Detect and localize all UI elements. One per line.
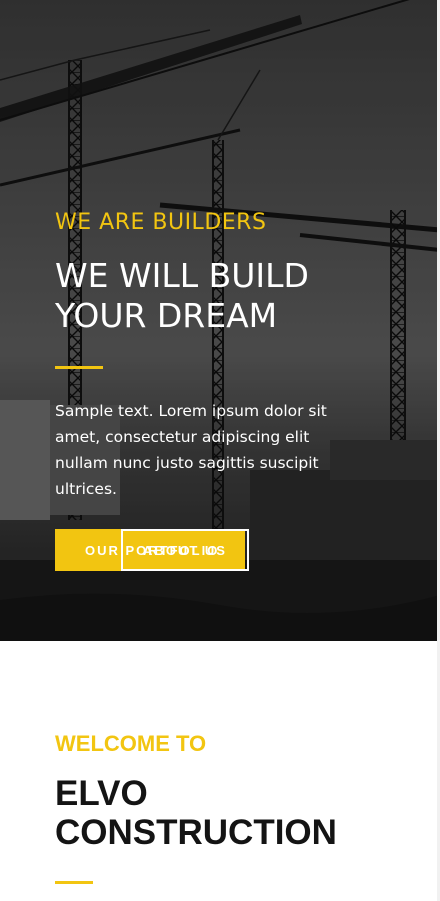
hero-headline: WE WILL BUILD YOUR DREAM: [55, 256, 309, 335]
about-us-button[interactable]: ABOUT US: [121, 529, 249, 571]
welcome-section: WELCOME TO ELVO CONSTRUCTION: [0, 641, 440, 901]
welcome-accent-divider: [55, 881, 93, 884]
welcome-eyebrow: WELCOME TO: [55, 731, 207, 756]
welcome-title: ELVO CONSTRUCTION: [55, 774, 337, 852]
hero-accent-divider: [55, 366, 103, 369]
hero-eyebrow: WE ARE BUILDERS: [55, 210, 267, 235]
hero-section: WE ARE BUILDERS WE WILL BUILD YOUR DREAM…: [0, 0, 440, 641]
landing-page: WE ARE BUILDERS WE WILL BUILD YOUR DREAM…: [0, 0, 440, 901]
hero-lead-text: Sample text. Lorem ipsum dolor sit amet,…: [55, 402, 327, 498]
